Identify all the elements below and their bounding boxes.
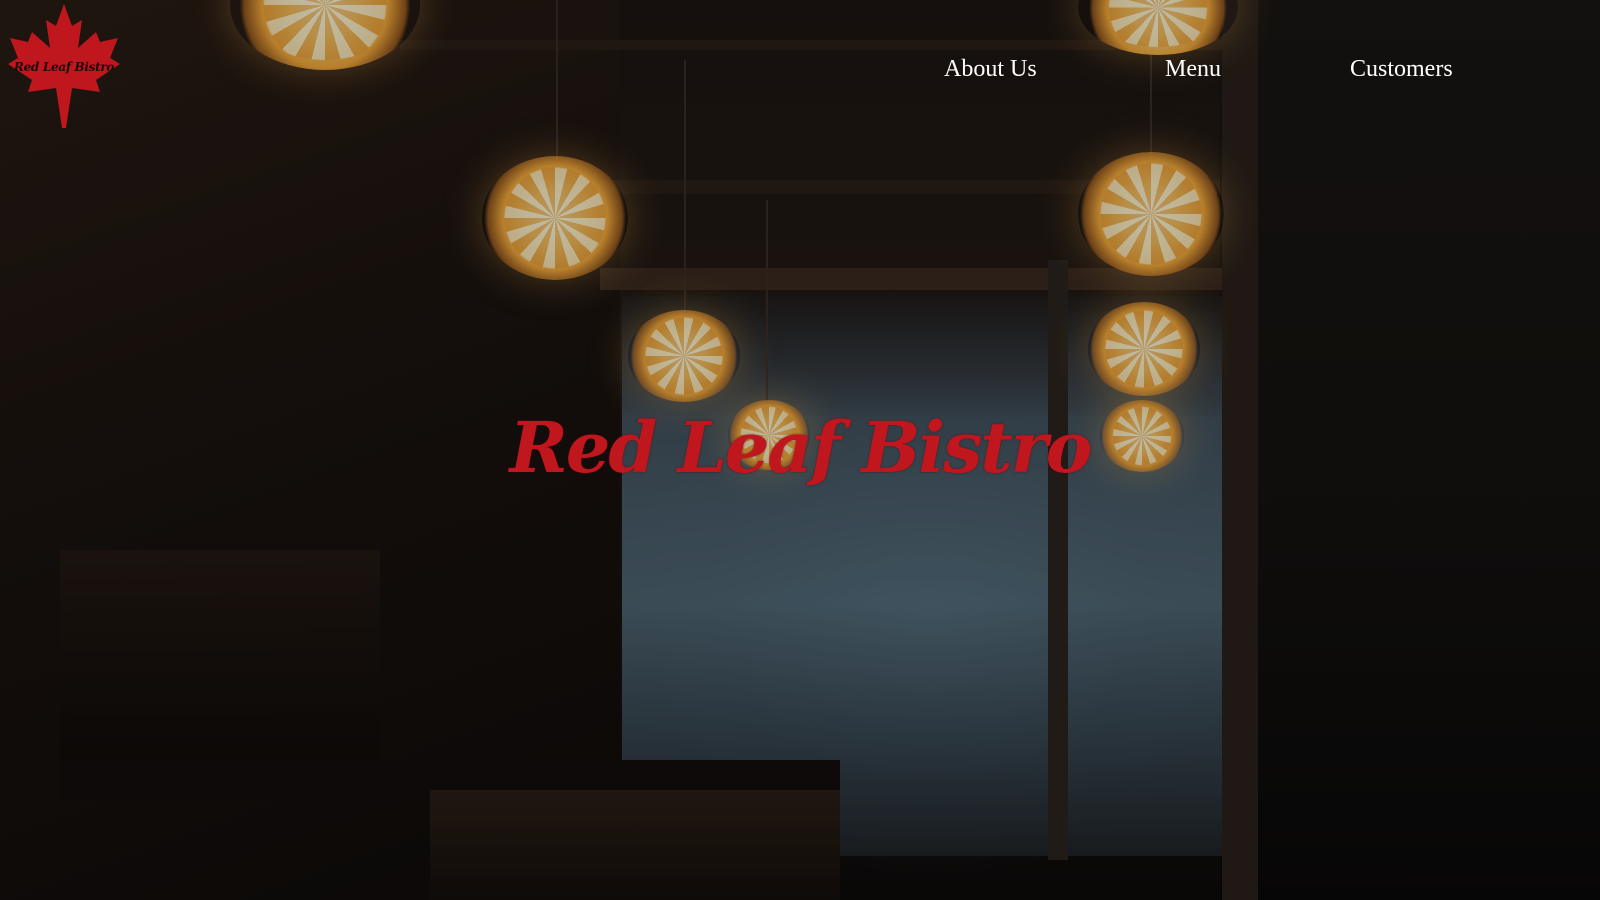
nav-link-menu[interactable]: Menu bbox=[1165, 54, 1221, 84]
hero-title: Red Leaf Bistro bbox=[509, 406, 1093, 489]
nav-link-customers[interactable]: Customers bbox=[1350, 54, 1453, 84]
nav-link-about-us[interactable]: About Us bbox=[944, 54, 1037, 84]
hero-section: Red Leaf Bistro About Us Menu Customers … bbox=[0, 0, 1600, 900]
main-nav: About Us Menu Customers bbox=[0, 54, 1600, 84]
